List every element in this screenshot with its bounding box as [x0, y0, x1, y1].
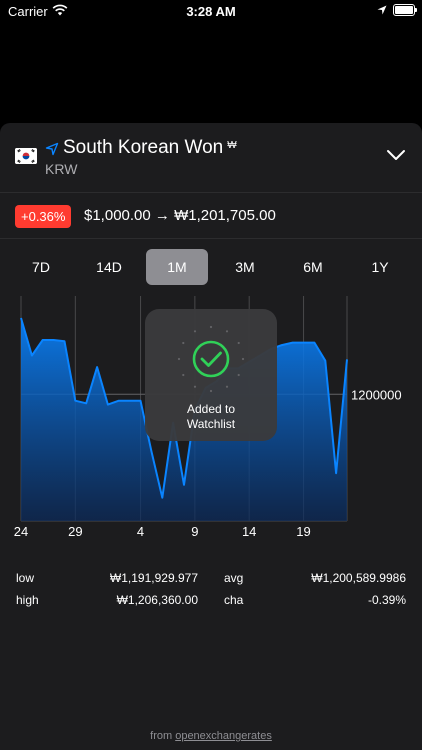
- avg-label: avg: [224, 571, 244, 585]
- tab-1m[interactable]: 1M: [146, 249, 208, 285]
- watchlist-toast: Added to Watchlist: [145, 309, 277, 441]
- cha-label: cha: [224, 593, 244, 607]
- toast-dot: [182, 373, 185, 377]
- south-korea-flag-icon: [15, 148, 37, 164]
- toast-line-1: Added to: [186, 402, 236, 416]
- source-link[interactable]: openexchangerates: [175, 730, 272, 742]
- x-tick-label: 14: [242, 524, 256, 539]
- checkmark-circle-icon: [177, 325, 245, 393]
- status-bar: Carrier 3:28 AM: [0, 0, 422, 24]
- toast-dot: [193, 330, 197, 333]
- tab-1y[interactable]: 1Y: [349, 249, 411, 285]
- toast-line-2: Watchlist: [186, 417, 236, 431]
- change-badge: +0.36%: [15, 205, 72, 228]
- location-arrow-icon: [377, 5, 387, 15]
- x-tick-label: 24: [14, 524, 28, 539]
- toast-dot: [237, 373, 240, 377]
- toast-dot: [241, 357, 245, 361]
- toast-dot: [182, 341, 185, 345]
- toast-dot: [225, 385, 229, 388]
- tab-6m[interactable]: 6M: [282, 249, 344, 285]
- currency-symbol: ₩: [227, 140, 237, 151]
- cha-value: -0.39%: [367, 593, 406, 607]
- toast-dot: [193, 385, 197, 388]
- source-prefix: from: [150, 730, 173, 742]
- battery-icon: [393, 4, 415, 16]
- toast-dot: [225, 330, 229, 333]
- low-label: low: [16, 571, 35, 585]
- high-label: high: [16, 593, 39, 607]
- currency-header: South Korean Won ₩ KRW: [0, 123, 422, 193]
- navigation-arrow-icon: [45, 142, 59, 156]
- toast-dot: [237, 341, 240, 345]
- x-tick-label: 4: [137, 524, 144, 539]
- chevron-down-icon[interactable]: [386, 149, 406, 161]
- currency-title: South Korean Won ₩: [63, 137, 237, 159]
- rate-row: +0.36% $1,000.00 → ₩1,201,705.00: [0, 193, 422, 239]
- low-value: ₩1,191,929.977: [109, 571, 198, 585]
- toast-message: Added to Watchlist: [145, 402, 277, 432]
- currency-code: KRW: [45, 161, 78, 177]
- x-tick-label: 29: [68, 524, 82, 539]
- toast-dot: [209, 325, 213, 329]
- y-tick-label: 1200000: [351, 387, 402, 402]
- toast-dot: [177, 357, 181, 361]
- high-value: ₩1,206,360.00: [116, 593, 198, 607]
- clock: 3:28 AM: [186, 4, 236, 19]
- period-tabs: 7D 14D 1M 3M 6M 1Y: [0, 249, 422, 285]
- avg-value: ₩1,200,589.9986: [311, 571, 406, 585]
- tab-3m[interactable]: 3M: [214, 249, 276, 285]
- conversion-text: $1,000.00 → ₩1,201,705.00: [84, 207, 276, 224]
- battery-tip: [415, 8, 417, 12]
- x-tick-label: 9: [191, 524, 198, 539]
- tab-14d[interactable]: 14D: [78, 249, 140, 285]
- x-tick-label: 19: [296, 524, 310, 539]
- tab-7d[interactable]: 7D: [10, 249, 72, 285]
- currency-name: South Korean Won: [63, 137, 224, 158]
- source-footer: from openexchangerates: [0, 730, 422, 742]
- toast-dot: [209, 389, 213, 393]
